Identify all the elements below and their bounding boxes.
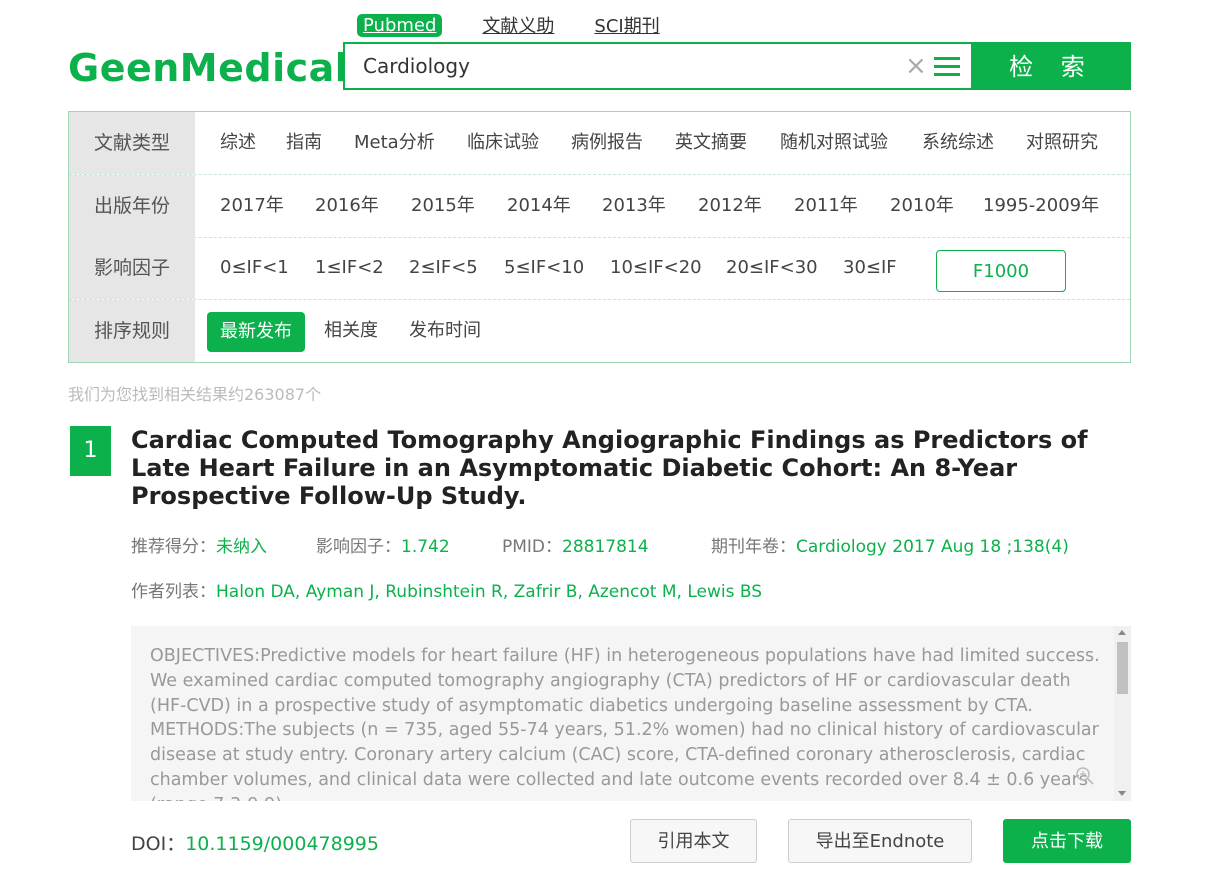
- filter-item[interactable]: 2016年: [315, 175, 379, 237]
- tab-literature-help[interactable]: 文献义助: [482, 12, 554, 38]
- abstract-scrollbar[interactable]: [1114, 626, 1131, 801]
- top-nav: Pubmed 文献义助 SCI期刊: [357, 10, 700, 40]
- filter-item[interactable]: 30≤IF: [843, 237, 897, 299]
- filter-item[interactable]: 1995-2009年: [983, 175, 1099, 237]
- sort-latest[interactable]: 最新发布: [207, 312, 305, 352]
- filter-item[interactable]: 临床试验: [467, 112, 539, 174]
- filter-item[interactable]: 0≤IF<1: [220, 237, 289, 299]
- clear-icon[interactable]: ×: [905, 53, 927, 79]
- doi: DOI：10.1159/000478995: [131, 829, 379, 856]
- result-title[interactable]: Cardiac Computed Tomography Angiographic…: [131, 426, 1121, 510]
- filter-item[interactable]: 2017年: [220, 175, 284, 237]
- sort-publish-time[interactable]: 发布时间: [409, 300, 481, 362]
- filter-item[interactable]: 指南: [286, 112, 322, 174]
- abstract-methods: METHODS:The subjects (n = 735, aged 55-7…: [150, 720, 1099, 801]
- meta-value[interactable]: Cardiology 2017 Aug 18 ;138(4): [796, 537, 1069, 557]
- meta-score: 推荐得分：未纳入: [131, 532, 267, 557]
- meta-value: 未纳入: [216, 537, 267, 557]
- filter-item[interactable]: 2014年: [507, 175, 571, 237]
- abstract-box[interactable]: OBJECTIVES:Predictive models for heart f…: [131, 626, 1131, 801]
- doi-value[interactable]: 10.1159/000478995: [185, 833, 379, 855]
- filter-item[interactable]: 对照研究: [1026, 112, 1098, 174]
- scroll-thumb[interactable]: [1117, 642, 1128, 694]
- filter-item[interactable]: 2015年: [411, 175, 475, 237]
- abstract-objectives: OBJECTIVES:Predictive models for heart f…: [150, 646, 1100, 716]
- result-number: 1: [70, 426, 111, 476]
- filter-panel: 文献类型 综述 指南 Meta分析 临床试验 病例报告 英文摘要 随机对照试验 …: [68, 111, 1131, 363]
- meta-value: 1.742: [401, 537, 450, 557]
- filter-item[interactable]: 系统综述: [922, 112, 994, 174]
- filter-item[interactable]: 10≤IF<20: [610, 237, 702, 299]
- filter-item[interactable]: 2011年: [794, 175, 858, 237]
- filter-item[interactable]: 英文摘要: [675, 112, 747, 174]
- filter-item[interactable]: 2≤IF<5: [409, 237, 478, 299]
- f1000-button[interactable]: F1000: [936, 250, 1066, 292]
- filter-row-year: 出版年份 2017年 2016年 2015年 2014年 2013年 2012年…: [69, 175, 1130, 238]
- search-box: ×: [343, 42, 973, 90]
- filter-label: 出版年份: [69, 175, 195, 237]
- filter-row-impact: 影响因子 0≤IF<1 1≤IF<2 2≤IF<5 5≤IF<10 10≤IF<…: [69, 237, 1130, 300]
- filter-label: 排序规则: [69, 300, 195, 362]
- filter-item[interactable]: 2010年: [890, 175, 954, 237]
- logo[interactable]: GeenMedical: [68, 42, 348, 94]
- authors-value[interactable]: Halon DA, Ayman J, Rubinshtein R, Zafrir…: [216, 582, 762, 602]
- filter-row-sort: 排序规则 最新发布 相关度 发布时间: [69, 300, 1130, 362]
- filter-item[interactable]: 2013年: [602, 175, 666, 237]
- tab-pubmed[interactable]: Pubmed: [357, 13, 443, 37]
- filter-item[interactable]: Meta分析: [354, 112, 435, 174]
- zoom-icon[interactable]: [1075, 766, 1095, 786]
- meta-label: PMID：: [502, 537, 563, 557]
- abstract-text: OBJECTIVES:Predictive models for heart f…: [150, 644, 1100, 801]
- filter-item[interactable]: 随机对照试验: [780, 112, 888, 174]
- doi-label: DOI：: [131, 833, 186, 855]
- filter-item[interactable]: 病例报告: [571, 112, 643, 174]
- sort-relevance[interactable]: 相关度: [324, 300, 378, 362]
- meta-impact-factor: 影响因子：1.742: [316, 532, 450, 557]
- menu-icon[interactable]: [934, 57, 960, 77]
- meta-value[interactable]: 28817814: [562, 537, 649, 557]
- scroll-up-icon[interactable]: [1118, 630, 1126, 635]
- filter-item[interactable]: 2012年: [698, 175, 762, 237]
- filter-item[interactable]: 20≤IF<30: [726, 237, 818, 299]
- cite-button[interactable]: 引用本文: [630, 819, 757, 863]
- author-list: 作者列表：Halon DA, Ayman J, Rubinshtein R, Z…: [131, 577, 762, 602]
- tab-sci-journals[interactable]: SCI期刊: [594, 12, 659, 38]
- filter-item[interactable]: 综述: [220, 112, 256, 174]
- filter-row-doc-type: 文献类型 综述 指南 Meta分析 临床试验 病例报告 英文摘要 随机对照试验 …: [69, 112, 1130, 175]
- meta-pmid: PMID：28817814: [502, 532, 649, 557]
- scroll-down-icon[interactable]: [1118, 791, 1126, 796]
- search-input[interactable]: [345, 44, 885, 88]
- filter-item[interactable]: 5≤IF<10: [504, 237, 584, 299]
- meta-label: 期刊年卷：: [711, 537, 796, 557]
- authors-label: 作者列表：: [131, 582, 216, 602]
- filter-label: 文献类型: [69, 112, 195, 174]
- result-count: 我们为您找到相关结果约263087个: [68, 385, 322, 404]
- meta-label: 推荐得分：: [131, 537, 216, 557]
- search-button[interactable]: 检 索: [973, 42, 1131, 90]
- filter-item[interactable]: 1≤IF<2: [315, 237, 384, 299]
- download-button[interactable]: 点击下载: [1003, 819, 1131, 863]
- meta-journal: 期刊年卷：Cardiology 2017 Aug 18 ;138(4): [711, 532, 1069, 557]
- filter-label: 影响因子: [69, 237, 195, 299]
- meta-label: 影响因子：: [316, 537, 401, 557]
- export-endnote-button[interactable]: 导出至Endnote: [788, 819, 972, 863]
